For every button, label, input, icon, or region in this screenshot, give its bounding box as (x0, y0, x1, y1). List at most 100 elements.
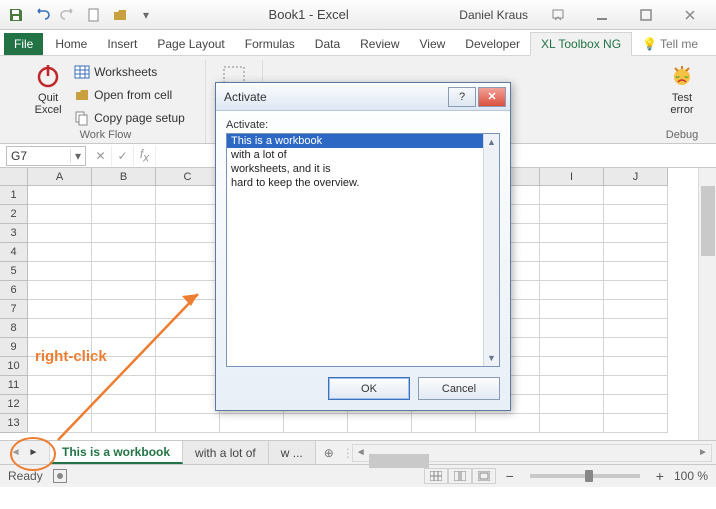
new-sheet-button[interactable]: ⊕ (316, 446, 342, 460)
test-error-label: Test error (670, 92, 693, 116)
group-debug: Test error Debug (654, 60, 710, 143)
tab-data[interactable]: Data (305, 33, 350, 55)
tab-page-layout[interactable]: Page Layout (147, 33, 234, 55)
row-header[interactable]: 4 (0, 243, 28, 262)
view-page-break-icon[interactable] (472, 468, 496, 484)
redo-icon[interactable] (56, 4, 80, 26)
quit-excel-label: Quit Excel (35, 92, 62, 116)
qat-dropdown-icon[interactable]: ▾ (134, 4, 158, 26)
maximize-icon[interactable] (624, 3, 668, 27)
tab-formulas[interactable]: Formulas (235, 33, 305, 55)
list-item[interactable]: with a lot of (227, 148, 499, 162)
ok-button[interactable]: OK (328, 377, 410, 400)
col-header[interactable]: I (540, 168, 604, 186)
view-page-layout-icon[interactable] (448, 468, 472, 484)
listbox-scroll-down-icon[interactable]: ▼ (484, 350, 499, 366)
name-box-dropdown-icon[interactable]: ▾ (70, 149, 85, 163)
activate-dialog: Activate ? ✕ Activate: This is a workboo… (215, 82, 511, 411)
row-header[interactable]: 1 (0, 186, 28, 205)
undo-icon[interactable] (30, 4, 54, 26)
col-header[interactable]: B (92, 168, 156, 186)
bulb-icon: 💡 (642, 37, 657, 51)
sheet-tab-active[interactable]: This is a workbook (50, 441, 183, 464)
row-header[interactable]: 7 (0, 300, 28, 319)
hscroll-right-icon[interactable]: ► (695, 447, 711, 458)
row-header[interactable]: 5 (0, 262, 28, 281)
row-header[interactable]: 6 (0, 281, 28, 300)
sheet-nav-arrows[interactable]: ◄ ► (0, 441, 50, 464)
save-icon[interactable] (4, 4, 28, 26)
row-header[interactable]: 9 (0, 338, 28, 357)
zoom-out-button[interactable]: − (506, 468, 514, 484)
enter-formula-icon[interactable]: ✓ (112, 146, 134, 166)
row-header[interactable]: 13 (0, 414, 28, 433)
cancel-button[interactable]: Cancel (418, 377, 500, 400)
minimize-icon[interactable] (580, 3, 624, 27)
sheet-tab[interactable]: w ... (269, 441, 316, 464)
select-all-corner[interactable] (0, 168, 28, 186)
window-title: Book1 - Excel (158, 7, 459, 22)
tell-me-label: Tell me (660, 37, 698, 51)
row-header[interactable]: 12 (0, 395, 28, 414)
dialog-titlebar[interactable]: Activate ? ✕ (216, 83, 510, 111)
zoom-level: 100 % (674, 469, 708, 483)
close-icon[interactable] (668, 3, 712, 27)
sheet-next-icon[interactable]: ► (29, 447, 39, 458)
user-name: Daniel Kraus (459, 8, 536, 22)
tab-view[interactable]: View (410, 33, 456, 55)
name-box[interactable]: G7▾ (6, 146, 86, 166)
cancel-formula-icon[interactable]: ✕ (90, 146, 112, 166)
col-header[interactable]: A (28, 168, 92, 186)
listbox-scroll-up-icon[interactable]: ▲ (484, 134, 499, 150)
copy-page-setup-label: Copy page setup (94, 111, 185, 125)
vertical-scrollbar[interactable] (698, 168, 716, 440)
test-error-button[interactable]: Test error (660, 60, 704, 116)
tab-file[interactable]: File (4, 33, 43, 55)
tab-developer[interactable]: Developer (455, 33, 530, 55)
col-header[interactable]: C (156, 168, 220, 186)
macro-record-icon[interactable] (53, 469, 67, 483)
tab-xl-toolbox[interactable]: XL Toolbox NG (530, 32, 632, 56)
tab-home[interactable]: Home (45, 33, 97, 55)
worksheets-button[interactable]: Worksheets (74, 62, 185, 82)
tab-insert[interactable]: Insert (97, 33, 147, 55)
listbox-scrollbar[interactable]: ▲▼ (483, 134, 499, 366)
new-icon[interactable] (82, 4, 106, 26)
list-item[interactable]: hard to keep the overview. (227, 176, 499, 190)
list-item[interactable]: worksheets, and it is (227, 162, 499, 176)
copy-page-setup-button[interactable]: Copy page setup (74, 108, 185, 128)
row-header[interactable]: 3 (0, 224, 28, 243)
list-item[interactable]: This is a workbook (227, 134, 499, 148)
row-header[interactable]: 8 (0, 319, 28, 338)
sheet-tab[interactable]: with a lot of (183, 441, 269, 464)
ribbon-tabs: File Home Insert Page Layout Formulas Da… (0, 30, 716, 56)
sheet-prev-icon[interactable]: ◄ (11, 447, 21, 458)
view-normal-icon[interactable] (424, 468, 448, 484)
row-header[interactable]: 10 (0, 357, 28, 376)
tab-review[interactable]: Review (350, 33, 409, 55)
dialog-title: Activate (224, 90, 267, 104)
horizontal-scrollbar[interactable]: ◄ ► (352, 444, 712, 462)
activate-listbox[interactable]: This is a workbook with a lot of workshe… (226, 133, 500, 367)
tab-tell-me[interactable]: 💡Tell me (632, 33, 708, 55)
open-from-cell-button[interactable]: Open from cell (74, 85, 185, 105)
dialog-close-button[interactable]: ✕ (478, 87, 506, 107)
vscroll-thumb[interactable] (701, 186, 715, 256)
title-bar: ▾ Book1 - Excel Daniel Kraus (0, 0, 716, 30)
zoom-slider[interactable] (530, 474, 640, 478)
quit-excel-button[interactable]: Quit Excel (26, 60, 70, 116)
hscroll-left-icon[interactable]: ◄ (353, 447, 369, 458)
dialog-help-button[interactable]: ? (448, 87, 476, 107)
status-ready: Ready (8, 469, 43, 483)
debug-group-label: Debug (666, 129, 698, 143)
ribbon-options-icon[interactable] (536, 3, 580, 27)
open-icon[interactable] (108, 4, 132, 26)
row-header[interactable]: 2 (0, 205, 28, 224)
view-buttons (424, 468, 496, 484)
row-header[interactable]: 11 (0, 376, 28, 395)
zoom-slider-thumb[interactable] (585, 470, 593, 482)
hscroll-thumb[interactable] (369, 454, 429, 468)
fx-icon[interactable]: fx (134, 146, 156, 166)
col-header[interactable]: J (604, 168, 668, 186)
zoom-in-button[interactable]: + (656, 468, 664, 484)
